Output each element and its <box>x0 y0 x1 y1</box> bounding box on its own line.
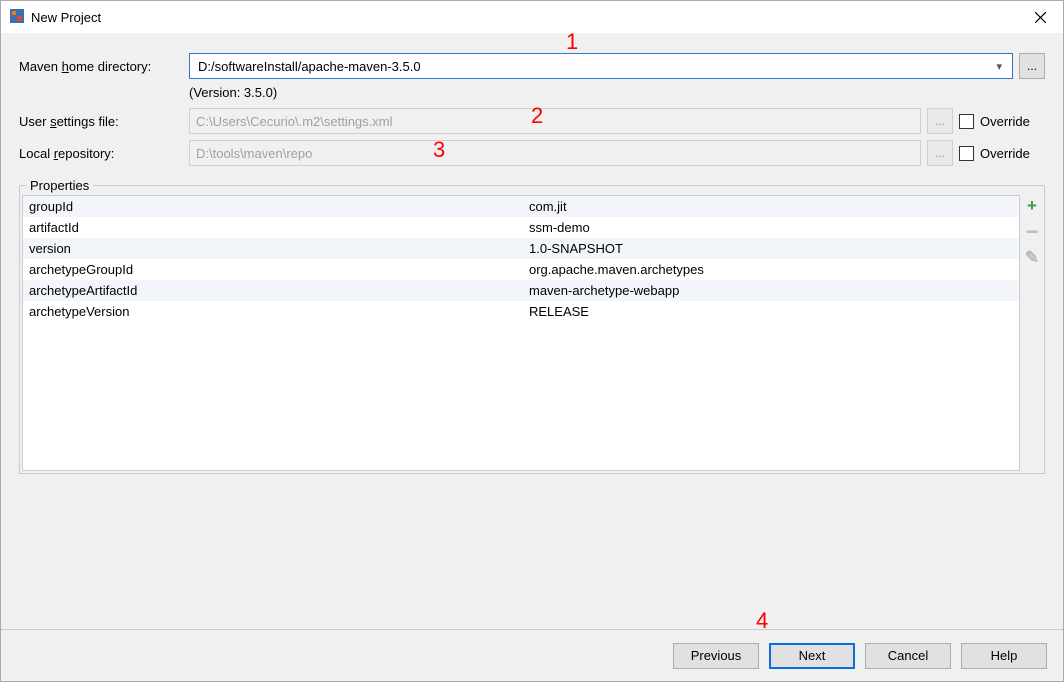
maven-home-label: Maven home directory: <box>19 59 189 74</box>
table-row[interactable]: archetypeGroupIdorg.apache.maven.archety… <box>23 259 1019 280</box>
property-value: org.apache.maven.archetypes <box>523 262 1019 277</box>
property-value: 1.0-SNAPSHOT <box>523 241 1019 256</box>
remove-property-button: − <box>1023 223 1041 241</box>
new-project-dialog: New Project 1 2 3 4 Maven home directory… <box>0 0 1064 682</box>
annotation-1: 1 <box>566 29 578 55</box>
checkbox-icon[interactable] <box>959 146 974 161</box>
app-icon <box>9 8 25 27</box>
table-row[interactable]: archetypeVersionRELEASE <box>23 301 1019 322</box>
local-repo-input: D:\tools\maven\repo <box>189 140 921 166</box>
table-row[interactable]: groupIdcom.jit <box>23 196 1019 217</box>
property-value: RELEASE <box>523 304 1019 319</box>
user-settings-browse-button: ... <box>927 108 953 134</box>
maven-version-text: (Version: 3.5.0) <box>189 85 1045 100</box>
user-settings-input: C:\Users\Cecurio\.m2\settings.xml <box>189 108 921 134</box>
close-button[interactable] <box>1017 1 1063 33</box>
property-key: archetypeGroupId <box>23 262 523 277</box>
previous-button[interactable]: Previous <box>673 643 759 669</box>
help-button[interactable]: Help <box>961 643 1047 669</box>
table-row[interactable]: artifactIdssm-demo <box>23 217 1019 238</box>
maven-home-combo[interactable]: ▾ <box>189 53 1013 79</box>
properties-group: Properties groupIdcom.jitartifactIdssm-d… <box>19 178 1045 474</box>
chevron-down-icon[interactable]: ▾ <box>992 60 1006 73</box>
dialog-footer: Previous Next Cancel Help <box>1 629 1063 681</box>
property-value: maven-archetype-webapp <box>523 283 1019 298</box>
properties-table[interactable]: groupIdcom.jitartifactIdssm-demoversion1… <box>22 195 1020 471</box>
add-property-button[interactable]: + <box>1023 197 1041 215</box>
property-key: archetypeArtifactId <box>23 283 523 298</box>
checkbox-icon[interactable] <box>959 114 974 129</box>
edit-property-button: ✎ <box>1023 249 1041 267</box>
local-repo-label: Local repository: <box>19 146 189 161</box>
property-key: version <box>23 241 523 256</box>
maven-home-browse-button[interactable]: ... <box>1019 53 1045 79</box>
property-value: com.jit <box>523 199 1019 214</box>
property-key: groupId <box>23 199 523 214</box>
property-value: ssm-demo <box>523 220 1019 235</box>
dialog-content: 1 2 3 4 Maven home directory: ▾ ... (Ver… <box>1 33 1063 629</box>
titlebar: New Project <box>1 1 1063 33</box>
properties-legend: Properties <box>26 178 93 193</box>
local-repo-override[interactable]: Override <box>959 146 1045 161</box>
property-key: archetypeVersion <box>23 304 523 319</box>
next-button[interactable]: Next <box>769 643 855 669</box>
maven-home-input[interactable] <box>196 58 992 75</box>
local-repo-browse-button: ... <box>927 140 953 166</box>
user-settings-override[interactable]: Override <box>959 114 1045 129</box>
property-key: artifactId <box>23 220 523 235</box>
table-row[interactable]: archetypeArtifactIdmaven-archetype-webap… <box>23 280 1019 301</box>
user-settings-label: User settings file: <box>19 114 189 129</box>
cancel-button[interactable]: Cancel <box>865 643 951 669</box>
table-row[interactable]: version1.0-SNAPSHOT <box>23 238 1019 259</box>
window-title: New Project <box>31 10 101 25</box>
